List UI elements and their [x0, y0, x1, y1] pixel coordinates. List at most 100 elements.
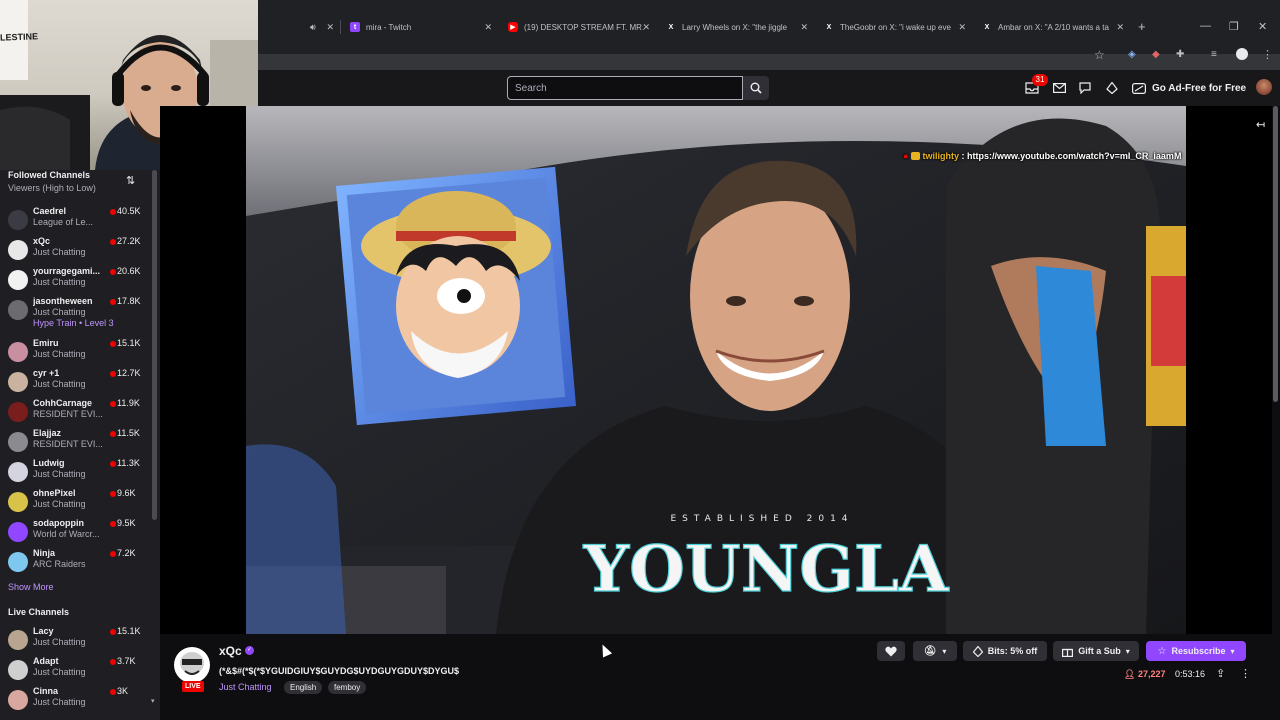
chat-text: : https://www.youtube.com/watch?v=mI_CR_… — [961, 151, 1182, 161]
viewer-count: 27.2K — [117, 236, 141, 246]
viewer-count: 15.1K — [117, 626, 141, 636]
sidebar-channel-jasontheween[interactable]: jasontheween Just Chatting 17.8K Hype Train… — [0, 296, 150, 328]
tab-close-icon[interactable]: ✕ — [484, 22, 492, 33]
tab-audio[interactable]: 🔊︎ ✕ — [262, 18, 334, 36]
reading-list-icon[interactable]: ≡ — [1211, 49, 1217, 60]
tag-femboy[interactable]: femboy — [328, 681, 367, 694]
notification-settings-button[interactable]: 🔕︎ ▾ — [913, 641, 957, 661]
extension-translate-icon[interactable]: ◈ — [1128, 49, 1136, 60]
sidebar-channel-sodapoppin[interactable]: sodapoppin World of Warcr... 9.5K — [0, 518, 150, 548]
whispers-icon[interactable] — [1051, 80, 1067, 96]
tab-close-icon[interactable]: ✕ — [958, 22, 966, 33]
sidebar-channel-cinna[interactable]: Cinna Just Chatting 3K — [0, 686, 150, 716]
bookmark-star-icon[interactable]: ☆ — [1094, 48, 1105, 62]
sidebar-channel-emiru[interactable]: Emiru Just Chatting 15.1K — [0, 338, 150, 368]
live-dot-icon — [110, 401, 116, 407]
channel-name: Adapt — [33, 656, 59, 666]
collapse-chat-icon[interactable]: ↤ — [1256, 118, 1265, 131]
viewer-count: 7.2K — [117, 548, 136, 558]
viewer-count: 👤︎ 27,227 — [1124, 669, 1165, 680]
live-dot-icon — [110, 299, 116, 305]
twitch-icon: t — [350, 22, 360, 32]
channel-avatar — [8, 522, 28, 542]
sidebar-channel-cyr-1[interactable]: cyr +1 Just Chatting 12.7K — [0, 368, 150, 398]
youtube-icon: ▶ — [508, 22, 518, 32]
sidebar-channel-ludwig[interactable]: Ludwig Just Chatting 11.3K — [0, 458, 150, 488]
stream-category-link[interactable]: Just Chatting — [219, 682, 272, 692]
tab-close-icon[interactable]: ✕ — [800, 22, 808, 33]
video-frame[interactable]: ESTABLISHED 2014 YOUNGLA — [246, 106, 1186, 634]
browser-menu-icon[interactable]: ⋮ — [1262, 48, 1273, 61]
sidebar-channel-ninja[interactable]: Ninja ARC Raiders 7.2K — [0, 548, 150, 578]
channel-avatar — [8, 462, 28, 482]
channel-avatar — [8, 402, 28, 422]
channel-name: xQc — [33, 236, 51, 246]
sidebar-channel-elajjaz[interactable]: Elajjaz RESIDENT EVI... 11.5K — [0, 428, 150, 458]
tab-x-ambar[interactable]: X Ambar on X: "A 2/10 wants a ta ✕ — [982, 18, 1124, 36]
sort-toggle-icon[interactable]: ⇅ — [126, 174, 135, 187]
sidebar-scrollbar[interactable] — [152, 170, 157, 520]
restore-icon[interactable]: ❐ — [1229, 20, 1239, 33]
gift-sub-button[interactable]: Gift a Sub ▾ — [1053, 641, 1139, 661]
sidebar-channel-yourragegami[interactable]: yourragegami... Just Chatting 20.6K — [0, 266, 150, 296]
chat-bubble-icon[interactable] — [1077, 80, 1093, 96]
extensions-puzzle-icon[interactable]: ✚ — [1176, 49, 1184, 60]
sidebar-channel-cohhcarnage[interactable]: CohhCarnage RESIDENT EVI... 11.9K — [0, 398, 150, 428]
sidebar-channel-adapt[interactable]: Adapt Just Chatting 3.7K — [0, 656, 150, 686]
resubscribe-button[interactable]: ☆ Resubscribe ▾ — [1146, 641, 1246, 661]
follow-heart-button[interactable] — [877, 641, 905, 661]
page-scrollbar[interactable] — [1273, 106, 1278, 402]
tab-close-icon[interactable]: ✕ — [326, 22, 334, 33]
live-dot-icon — [110, 689, 116, 695]
minimize-icon[interactable]: — — [1200, 20, 1211, 32]
search-button[interactable] — [743, 76, 769, 100]
share-icon[interactable]: ⇪ — [1216, 667, 1225, 680]
x-icon: X — [984, 23, 990, 31]
tab-x-thegoobr[interactable]: X TheGoobr on X: "i wake up eve ✕ — [824, 18, 966, 36]
tab-youtube[interactable]: ▶ (19) DESKTOP STREAM FT. MR. ✕ — [508, 18, 650, 36]
search-input[interactable]: Search — [507, 76, 743, 100]
live-dot-icon — [110, 431, 116, 437]
sidebar-channel-lacy[interactable]: Lacy Just Chatting 15.1K — [0, 626, 150, 656]
tab-label: mira - Twitch — [366, 22, 412, 32]
channel-avatar — [8, 432, 28, 452]
bits-button[interactable]: Bits: 5% off — [963, 641, 1047, 661]
close-window-icon[interactable]: ✕ — [1258, 20, 1267, 33]
channel-avatar — [8, 270, 28, 290]
sidebar-scroll-down-icon[interactable]: ▾ — [151, 697, 155, 705]
channel-game: Just Chatting — [33, 277, 86, 287]
tab-close-icon[interactable]: ✕ — [642, 22, 650, 33]
extension-shield-icon[interactable]: ◆ — [1152, 49, 1160, 60]
show-more-link[interactable]: Show More — [8, 582, 54, 592]
profile-icon[interactable] — [1236, 48, 1248, 60]
channel-name: Ludwig — [33, 458, 65, 468]
channel-name: jasontheween — [33, 296, 93, 306]
tag-english[interactable]: English — [284, 681, 323, 694]
live-dot-icon — [110, 629, 116, 635]
hype-train-label: Hype Train • Level 3 — [33, 318, 114, 328]
user-avatar[interactable] — [1256, 79, 1272, 95]
sidebar-channel-caedrel[interactable]: Caedrel League of Le... 40.5K — [0, 206, 150, 236]
go-ad-free-button[interactable]: Go Ad-Free for Free — [1132, 78, 1246, 98]
channel-avatar — [8, 630, 28, 650]
channel-game: Just Chatting — [33, 637, 86, 647]
sidebar-channel-xqc[interactable]: xQc Just Chatting 27.2K — [0, 236, 150, 266]
channel-name: ohnePixel — [33, 488, 76, 498]
tab-twitch[interactable]: t mira - Twitch ✕ — [350, 18, 492, 36]
live-dot-icon — [110, 491, 116, 497]
more-options-icon[interactable]: ⋮ — [1240, 667, 1251, 680]
stream-uptime: 0:53:16 — [1175, 669, 1206, 679]
channel-name[interactable]: xQc — [219, 644, 242, 658]
channel-game: Just Chatting — [33, 307, 86, 317]
tab-label: (19) DESKTOP STREAM FT. MR. — [524, 22, 645, 32]
sidebar-channel-ohnepixel[interactable]: ohnePixel Just Chatting 9.6K — [0, 488, 150, 518]
tab-close-icon[interactable]: ✕ — [1116, 22, 1124, 33]
channel-avatar[interactable] — [174, 647, 210, 683]
channel-game: Just Chatting — [33, 667, 86, 677]
new-tab-icon[interactable]: + — [1138, 19, 1146, 34]
live-dot-icon — [110, 341, 116, 347]
bits-icon — [972, 645, 983, 657]
bits-icon[interactable] — [1104, 80, 1120, 96]
tab-x-larry[interactable]: X Larry Wheels on X: "the jiggle ✕ — [666, 18, 808, 36]
go-ad-free-label: Go Ad-Free for Free — [1152, 82, 1247, 94]
